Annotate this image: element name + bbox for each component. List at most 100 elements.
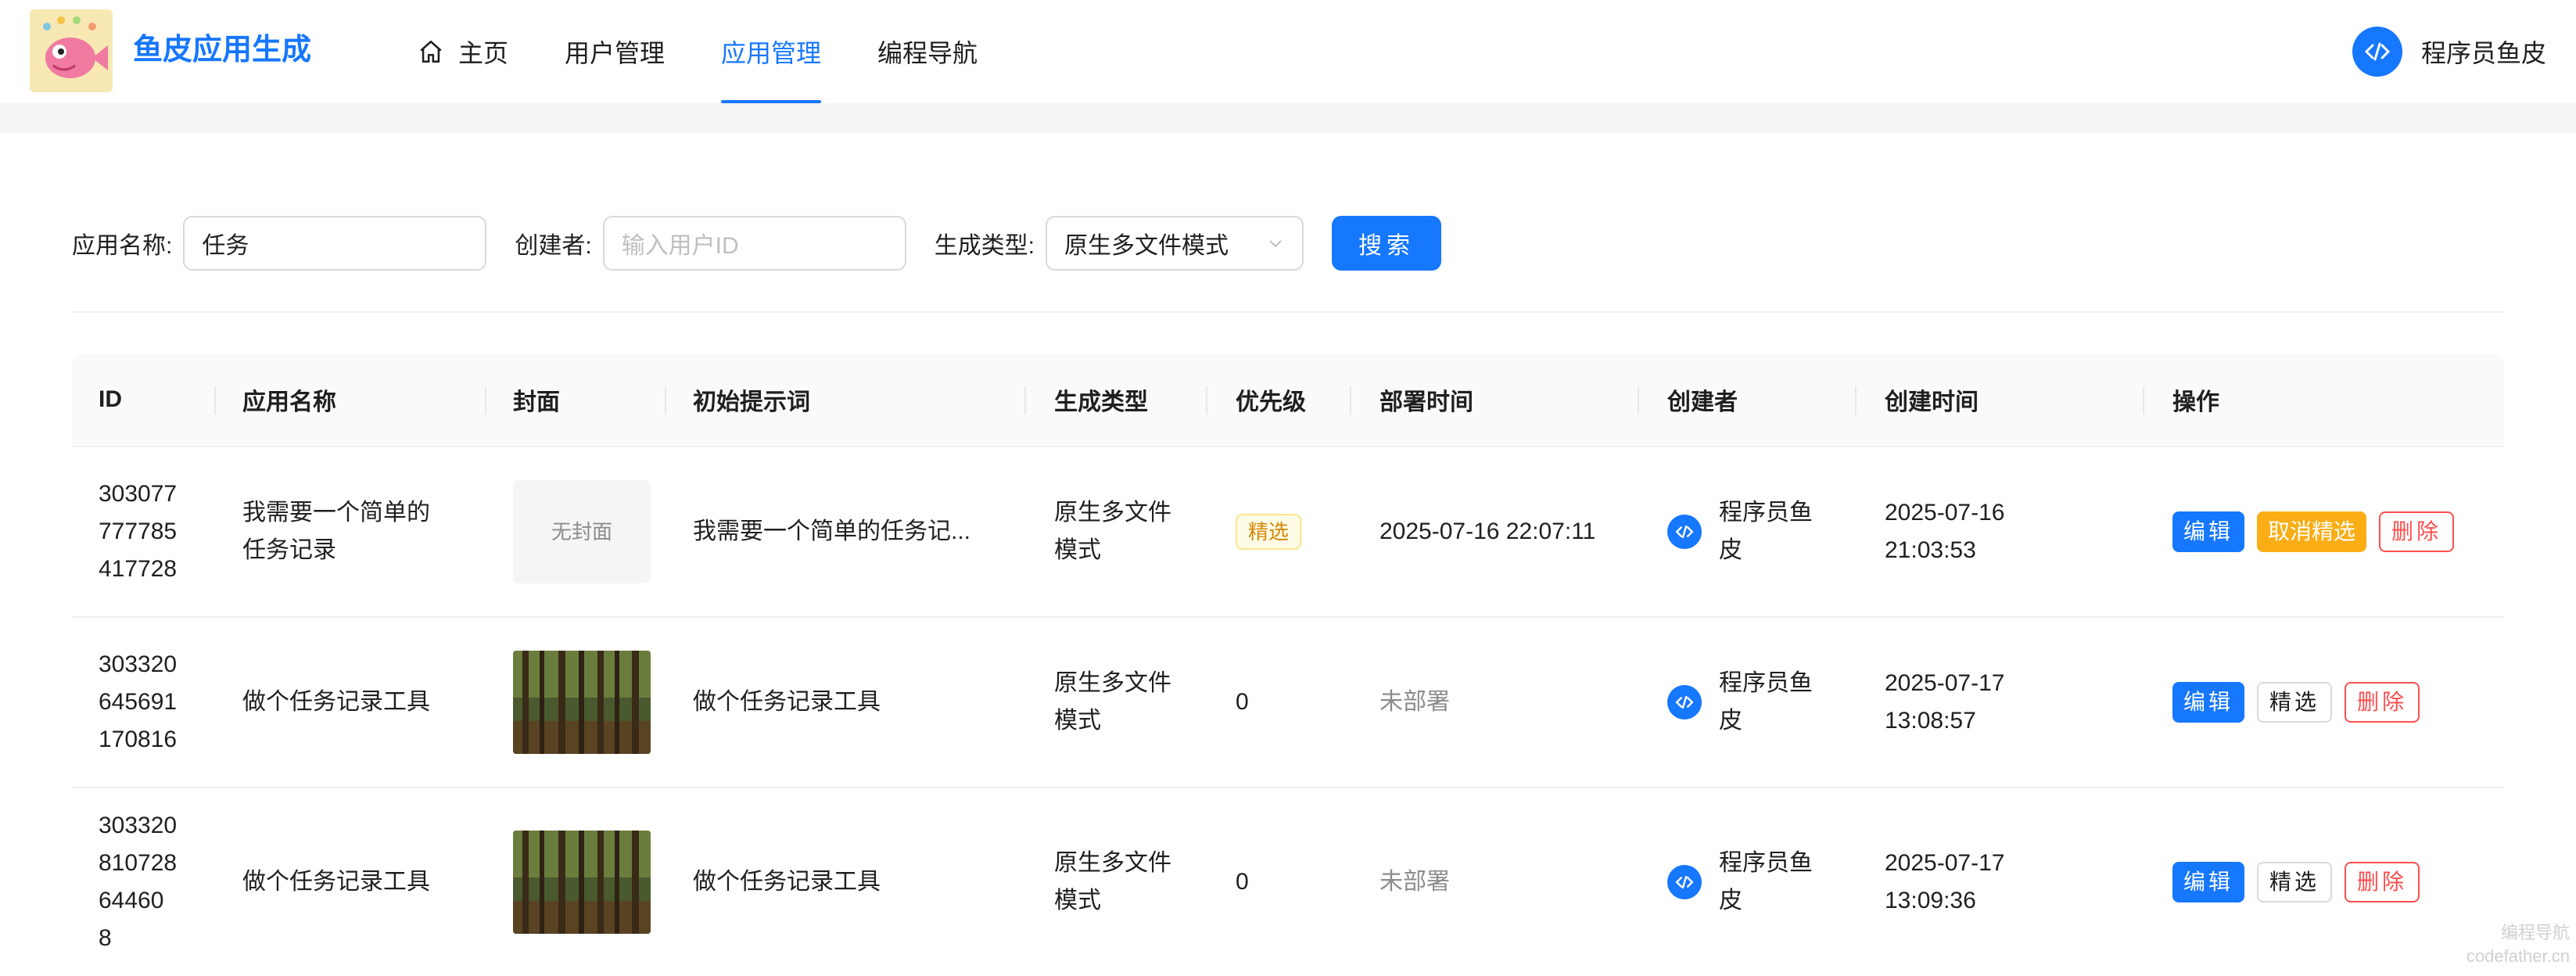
user-name[interactable]: 程序员鱼皮: [2421, 34, 2546, 70]
edit-button[interactable]: 编辑: [2172, 862, 2245, 902]
cell-prompt: 我需要一个简单的任务记...: [693, 518, 971, 544]
id-line: 64460: [99, 888, 164, 913]
avatar[interactable]: [2352, 27, 2402, 77]
created-date: 2025-07-17: [1885, 670, 2005, 696]
unfeature-button[interactable]: 取消精选: [2257, 511, 2367, 552]
delete-button[interactable]: 删除: [2345, 862, 2420, 902]
cell-creator: 程序员鱼 皮: [1667, 618, 1813, 787]
creator-input[interactable]: 输入用户ID: [602, 216, 906, 271]
feature-button[interactable]: 精选: [2257, 862, 2333, 902]
cell-prompt: 做个任务记录工具: [693, 689, 881, 715]
cell-id: 303320 810728 64460 8: [99, 788, 177, 976]
watermark-line: 编程导航: [2500, 923, 2570, 942]
id-line: 8: [99, 925, 112, 951]
nav-item-label: 编程导航: [877, 39, 978, 67]
search-button[interactable]: 搜索: [1332, 216, 1442, 271]
nav-item-label: 用户管理: [565, 39, 666, 67]
cell-id: 303320 645691 170816: [99, 618, 177, 787]
creator-line: 程序员鱼: [1719, 850, 1813, 876]
delete-button[interactable]: 删除: [2345, 682, 2420, 723]
app-name-label: 应用名称:: [72, 233, 173, 259]
creator-line: 程序员鱼: [1719, 670, 1813, 696]
cell-app-name: 做个任务记录工具: [242, 689, 430, 715]
column-header-creator: 创建者: [1667, 389, 1738, 415]
brand-logo[interactable]: [30, 9, 113, 92]
cell-created-time: 2025-07-17 13:08:57: [1885, 618, 2004, 787]
cell-actions: 编辑 精选 删除: [2172, 618, 2432, 787]
cell-created-time: 2025-07-16 21:03:53: [1885, 447, 2004, 616]
table-header: ID 应用名称 封面 初始提示词 生成类型 优先级 部署时间 创建者 创建时间 …: [72, 353, 2504, 447]
column-header-actions: 操作: [2172, 389, 2219, 415]
cell-app-name: 我需要一个简单的 任务记录: [242, 447, 430, 616]
delete-button[interactable]: 删除: [2379, 511, 2455, 552]
table-row[interactable]: 303320 810728 64460 8 做个任务记录工具 做个任务记录工具 …: [72, 788, 2504, 976]
chevron-down-icon: [1269, 240, 1282, 248]
column-separator: [1024, 386, 1026, 414]
cell-created-time: 2025-07-17 13:09:36: [1885, 788, 2004, 976]
created-time: 21:03:53: [1885, 537, 1976, 563]
cell-cover: [513, 788, 651, 976]
gen-type-line: 模式: [1054, 888, 1101, 913]
id-line: 303320: [99, 651, 178, 677]
cell-priority: 精选: [1236, 447, 1302, 616]
id-line: 810728: [99, 850, 178, 876]
created-time: 13:09:36: [1885, 888, 1976, 913]
column-header-cover: 封面: [513, 389, 560, 415]
cell-deploy-time: 2025-07-16 22:07:11: [1379, 518, 1596, 544]
cover-image[interactable]: [513, 651, 651, 754]
column-header-priority: 优先级: [1236, 389, 1306, 415]
cell-id: 303077 777785 417728: [99, 447, 177, 616]
cover-image[interactable]: [513, 831, 651, 934]
code-logo-icon: [2364, 42, 2391, 61]
home-icon: [420, 40, 442, 63]
nav-item-user-management[interactable]: 用户管理: [536, 0, 693, 103]
edit-button[interactable]: 编辑: [2172, 511, 2245, 552]
cell-creator: 程序员鱼 皮: [1667, 788, 1813, 976]
gen-type-label: 生成类型:: [934, 233, 1035, 259]
table-row[interactable]: 303320 645691 170816 做个任务记录工具 做个任务记录工具 原…: [72, 618, 2504, 788]
column-separator: [1638, 386, 1639, 414]
cell-cover: [513, 618, 651, 787]
column-separator: [214, 386, 216, 414]
nav-item-label: 应用管理: [721, 39, 822, 67]
cell-gen-type: 原生多文件 模式: [1054, 618, 1171, 787]
column-separator: [1206, 386, 1207, 414]
no-cover-placeholder: 无封面: [513, 480, 651, 583]
header-shadow-band: [0, 103, 2576, 133]
edit-button[interactable]: 编辑: [2172, 682, 2245, 723]
app-name-line: 我需要一个简单的: [242, 500, 430, 526]
created-date: 2025-07-16: [1885, 500, 2005, 526]
nav-item-coding-nav[interactable]: 编程导航: [849, 0, 1006, 103]
column-header-id: ID: [99, 386, 122, 412]
avatar: [1667, 865, 1702, 899]
created-time: 13:08:57: [1885, 708, 1976, 734]
nav-item-home[interactable]: 主页: [389, 0, 536, 103]
creator-label: 创建者:: [515, 233, 592, 259]
cell-priority: 0: [1236, 689, 1249, 715]
column-separator: [485, 386, 486, 414]
app-name-input[interactable]: 任务: [183, 216, 487, 271]
feature-button[interactable]: 精选: [2257, 682, 2333, 723]
apps-table: ID 应用名称 封面 初始提示词 生成类型 优先级 部署时间 创建者 创建时间 …: [72, 353, 2504, 976]
column-separator: [665, 386, 666, 414]
top-header: 鱼皮应用生成 主页 用户管理 应用管理 编程导航 程序员鱼皮: [0, 0, 2576, 103]
column-header-name: 应用名称: [242, 389, 336, 415]
column-header-gen-type: 生成类型: [1054, 389, 1148, 415]
gen-type-line: 原生多文件: [1054, 850, 1171, 876]
table-row[interactable]: 303077 777785 417728 我需要一个简单的 任务记录 无封面 我…: [72, 447, 2504, 618]
gen-type-line: 原生多文件: [1054, 670, 1171, 696]
app-name-line: 任务记录: [242, 537, 336, 563]
cell-priority: 0: [1236, 869, 1249, 895]
column-header-prompt: 初始提示词: [693, 389, 810, 415]
creator-line: 皮: [1719, 537, 1742, 563]
gen-type-line: 模式: [1054, 537, 1101, 563]
brand-name[interactable]: 鱼皮应用生成: [133, 28, 311, 72]
cell-deploy-time: 未部署: [1379, 689, 1450, 715]
code-logo-icon: [1675, 875, 1694, 889]
id-line: 645691: [99, 689, 178, 715]
nav-item-app-management[interactable]: 应用管理: [693, 0, 849, 103]
id-line: 303077: [99, 481, 178, 507]
user-menu[interactable]: 程序员鱼皮: [2352, 27, 2546, 77]
gen-type-select[interactable]: 原生多文件模式: [1046, 216, 1304, 271]
cell-deploy-time: 未部署: [1379, 869, 1450, 895]
